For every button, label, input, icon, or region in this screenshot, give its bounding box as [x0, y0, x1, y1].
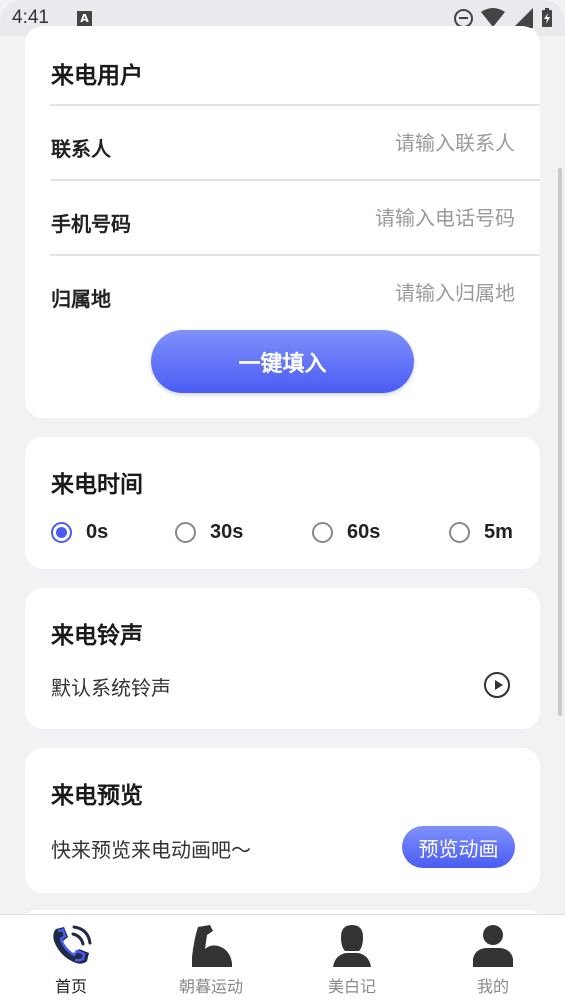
time-option-label: 30s: [210, 520, 244, 543]
notification-icon: A: [76, 10, 92, 26]
time-option-label: 60s: [347, 520, 381, 543]
muscle-icon: [192, 925, 232, 967]
radio-checked-icon: [51, 521, 72, 543]
tab-label: 首页: [54, 977, 87, 996]
divider: [50, 179, 540, 181]
contact-input[interactable]: [295, 131, 515, 155]
preview-text: 快来预览来电动画吧～: [51, 838, 251, 862]
time-option-60s[interactable]: 60s: [312, 517, 380, 547]
do-not-disturb-icon: [454, 8, 473, 28]
tab-label: 朝暮运动: [178, 977, 243, 996]
woman-icon: [333, 925, 371, 967]
play-icon[interactable]: [484, 672, 510, 698]
ringtone-name: 默认系统铃声: [51, 676, 171, 700]
wifi-icon: [481, 8, 505, 27]
call-time-options: 0s 30s 60s 5m: [51, 517, 515, 547]
phone-icon: [53, 925, 92, 964]
location-input[interactable]: [295, 281, 515, 305]
preview-card: 来电预览 快来预览来电动画吧～ 预览动画: [25, 748, 540, 893]
time-option-5m[interactable]: 5m: [449, 517, 513, 547]
signal-icon: [513, 8, 533, 28]
divider: [50, 254, 540, 256]
tab-exercise[interactable]: 朝暮运动: [151, 915, 271, 1004]
radio-unchecked-icon: [449, 521, 470, 543]
ringtone-title: 来电铃声: [51, 623, 143, 649]
scrollbar[interactable]: [558, 168, 562, 716]
tab-mine[interactable]: 我的: [433, 915, 553, 1004]
caller-card: 来电用户 联系人 手机号码 归属地 一键填入: [25, 26, 540, 418]
tab-whitening[interactable]: 美白记: [292, 915, 412, 1004]
tab-label: 我的: [476, 977, 509, 996]
call-time-card: 来电时间 0s 30s 60s 5m: [25, 437, 540, 569]
radio-unchecked-icon: [175, 521, 196, 543]
call-time-title: 来电时间: [51, 472, 143, 498]
phone-input[interactable]: [295, 206, 515, 230]
caller-card-title: 来电用户: [51, 63, 143, 89]
phone-label: 手机号码: [51, 212, 131, 236]
status-icons: [454, 8, 553, 28]
time-option-label: 0s: [86, 520, 109, 543]
time-option-label: 5m: [484, 520, 513, 543]
preview-animation-button[interactable]: 预览动画: [402, 826, 515, 868]
preview-title: 来电预览: [51, 783, 143, 809]
person-icon: [473, 925, 513, 967]
contact-label: 联系人: [51, 137, 111, 161]
divider: [50, 104, 540, 106]
location-label: 归属地: [51, 287, 111, 311]
time-option-30s[interactable]: 30s: [175, 517, 243, 547]
tab-home[interactable]: 首页: [11, 915, 131, 1004]
ringtone-card[interactable]: 来电铃声 默认系统铃声: [25, 588, 540, 729]
radio-unchecked-icon: [312, 521, 333, 543]
bottom-tab-bar: 首页 朝暮运动 美白记 我的: [0, 914, 565, 1004]
auto-fill-button[interactable]: 一键填入: [151, 330, 414, 393]
battery-icon: [542, 8, 552, 27]
tab-label: 美白记: [327, 977, 376, 996]
time-option-0s[interactable]: 0s: [51, 517, 108, 547]
